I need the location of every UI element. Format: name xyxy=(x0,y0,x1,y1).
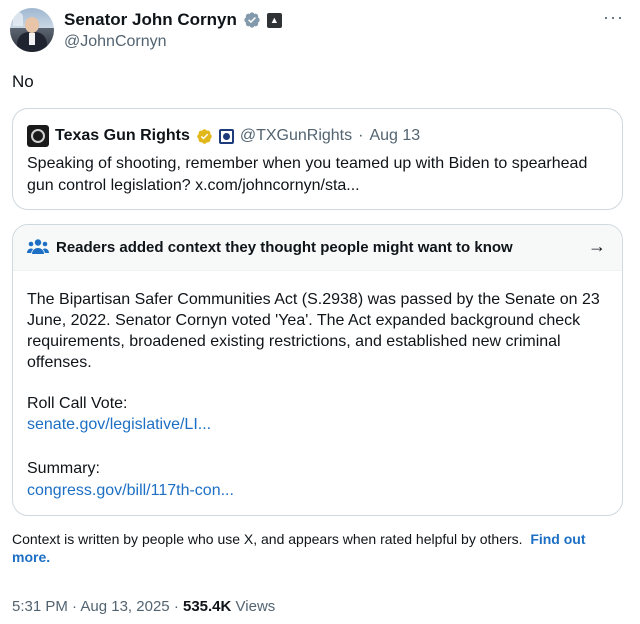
author-display-name[interactable]: Senator John Cornyn xyxy=(64,10,237,30)
quoted-handle: @TXGunRights xyxy=(239,127,353,144)
source-label-roll-call: Roll Call Vote: xyxy=(27,395,128,412)
footer-separator: · xyxy=(173,598,179,615)
community-note: Readers added context they thought peopl… xyxy=(12,224,623,516)
people-icon xyxy=(27,239,49,254)
more-options-icon[interactable]: ··· xyxy=(603,8,624,26)
source-link-senate[interactable]: senate.gov/legislative/LI... xyxy=(27,416,211,434)
quoted-display-name: Texas Gun Rights xyxy=(55,127,190,144)
context-disclaimer-text: Context is written by people who use X, … xyxy=(12,531,523,547)
affiliate-badge-icon xyxy=(218,128,234,144)
gold-verified-badge-icon xyxy=(197,128,212,144)
tweet-date[interactable]: Aug 13, 2025 xyxy=(80,598,169,615)
quoted-date: Aug 13 xyxy=(369,127,421,144)
source-label-summary: Summary: xyxy=(27,460,100,477)
community-note-header[interactable]: Readers added context they thought peopl… xyxy=(13,225,622,271)
context-disclaimer: Context is written by people who use X, … xyxy=(12,530,612,566)
source-link-congress[interactable]: congress.gov/bill/117th-con... xyxy=(27,482,234,500)
views-label: Views xyxy=(235,598,276,615)
tweet-footer: 5:31 PM · Aug 13, 2025 · 535.4K Views xyxy=(12,598,275,615)
views-count: 535.4K xyxy=(182,598,232,615)
community-note-body: The Bipartisan Safer Communities Act (S.… xyxy=(27,291,600,371)
avatar[interactable] xyxy=(10,8,54,52)
quoted-header: Texas Gun Rights @TXGunRights · Aug 13 xyxy=(27,125,420,147)
government-badge-icon: ▲ xyxy=(266,12,282,28)
tweet-text: No xyxy=(12,72,34,91)
community-note-title: Readers added context they thought peopl… xyxy=(56,239,513,256)
footer-separator: · xyxy=(72,598,78,615)
quoted-tweet[interactable]: Texas Gun Rights @TXGunRights · Aug 13 S… xyxy=(12,108,623,210)
author-name-row: Senator John Cornyn ▲ xyxy=(64,10,282,30)
quoted-text: Speaking of shooting, remember when you … xyxy=(27,155,588,194)
arrow-right-icon[interactable]: → xyxy=(588,236,606,257)
verified-badge-icon xyxy=(244,12,260,28)
author-handle[interactable]: @JohnCornyn xyxy=(64,33,167,51)
quoted-avatar xyxy=(27,125,49,147)
quoted-separator: · xyxy=(358,127,364,144)
tweet-time[interactable]: 5:31 PM xyxy=(12,598,68,615)
tweet-header: Senator John Cornyn ▲ @JohnCornyn ··· xyxy=(10,8,630,54)
